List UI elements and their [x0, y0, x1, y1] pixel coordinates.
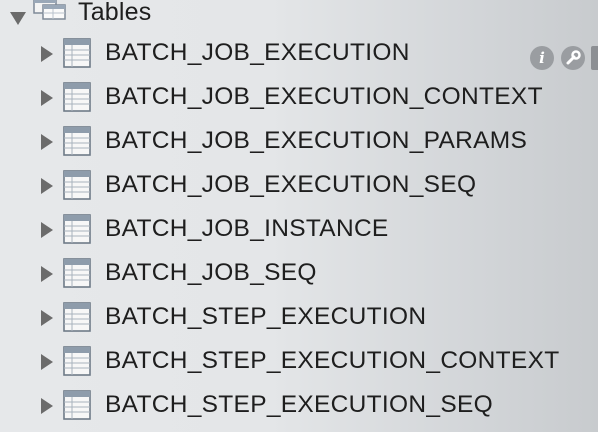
disclosure-collapsed-icon[interactable] — [41, 354, 53, 370]
tables-folder-icon — [33, 0, 66, 20]
table-name: BATCH_STEP_EXECUTION_SEQ — [105, 391, 493, 418]
table-name: BATCH_JOB_EXECUTION — [105, 39, 410, 66]
table-icon — [63, 258, 91, 288]
disclosure-collapsed-icon[interactable] — [41, 46, 53, 62]
disclosure-collapsed-icon[interactable] — [41, 134, 53, 150]
table-name: BATCH_STEP_EXECUTION_CONTEXT — [105, 347, 560, 374]
tree-item-table-3[interactable]: BATCH_JOB_EXECUTION_PARAMS — [0, 120, 598, 164]
tree-item-table-4[interactable]: BATCH_JOB_EXECUTION_SEQ — [0, 164, 598, 208]
disclosure-collapsed-icon[interactable] — [41, 90, 53, 106]
tree-group-label: Tables — [78, 0, 152, 26]
table-icon — [63, 38, 91, 68]
disclosure-collapsed-icon[interactable] — [41, 222, 53, 238]
disclosure-collapsed-icon[interactable] — [41, 178, 53, 194]
table-name: BATCH_JOB_EXECUTION_CONTEXT — [105, 83, 543, 110]
schema-tree: Tables i BATCH_JOB_EXECUTION BATCH_JOB_E… — [0, 0, 598, 432]
table-name: BATCH_STEP_EXECUTION — [105, 303, 427, 330]
tree-item-table-6[interactable]: BATCH_JOB_SEQ — [0, 252, 598, 296]
tree-item-table-9[interactable]: BATCH_STEP_EXECUTION_SEQ — [0, 384, 598, 428]
table-icon — [63, 302, 91, 332]
table-icon — [63, 126, 91, 156]
table-name: BATCH_JOB_EXECUTION_SEQ — [105, 171, 477, 198]
tree-group-tables[interactable]: Tables — [0, 0, 598, 32]
table-icon — [63, 170, 91, 200]
table-name: BATCH_JOB_INSTANCE — [105, 215, 389, 242]
tree-item-table-5[interactable]: BATCH_JOB_INSTANCE — [0, 208, 598, 252]
disclosure-collapsed-icon[interactable] — [41, 266, 53, 282]
table-icon — [63, 346, 91, 376]
disclosure-collapsed-icon[interactable] — [41, 310, 53, 326]
tree-item-table-2[interactable]: BATCH_JOB_EXECUTION_CONTEXT — [0, 76, 598, 120]
table-name: BATCH_JOB_SEQ — [105, 259, 317, 286]
disclosure-expanded-icon[interactable] — [10, 12, 26, 25]
table-icon — [63, 214, 91, 244]
tree-item-table-1[interactable]: BATCH_JOB_EXECUTION — [0, 32, 598, 76]
table-icon — [63, 390, 91, 420]
tree-item-table-7[interactable]: BATCH_STEP_EXECUTION — [0, 296, 598, 340]
table-name: BATCH_JOB_EXECUTION_PARAMS — [105, 127, 528, 154]
table-icon — [63, 82, 91, 112]
disclosure-collapsed-icon[interactable] — [41, 398, 53, 414]
tree-item-table-8[interactable]: BATCH_STEP_EXECUTION_CONTEXT — [0, 340, 598, 384]
